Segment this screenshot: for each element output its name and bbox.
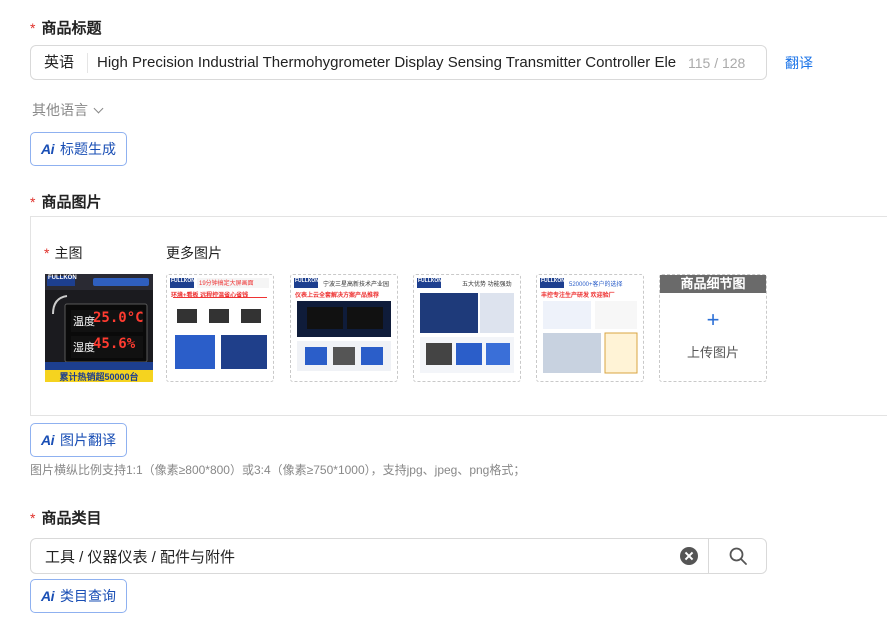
title-language-selector[interactable]: 英语 [31,52,88,73]
main-image-brand: FULLKON [48,275,77,281]
main-image-humidity-label: 湿度 [73,342,95,354]
ai-image-translate-label: 图片翻译 [60,432,116,448]
more-image-thumbnail-1[interactable]: FULLKON 19分钟搞定大屏画面 环境+看板 远程控温省心省钱 [166,274,274,382]
product-images-label-text: 商品图片 [41,194,102,211]
product-images-label: * 商品图片 [30,191,101,212]
more-images-label: 更多图片 [166,245,222,261]
thumbnail-brand: FULLKON [295,278,319,284]
clear-icon[interactable] [680,547,698,565]
translate-link[interactable]: 翻译 [785,53,813,73]
thumbnail-brand: FULLKON [171,278,195,284]
ai-icon: Ai [41,141,55,157]
required-mark: * [30,193,36,210]
product-title-input[interactable]: High Precision Industrial Thermohygromet… [88,54,682,71]
thumbnail-caption: 19分钟搞定大屏画面 [199,281,254,287]
detail-image-header: 商品细节图 [660,275,766,293]
main-image-label-text: 主图 [54,245,83,261]
main-image-temp-value: 25.0°C [93,310,144,326]
category-search-button[interactable] [708,539,766,573]
required-mark: * [30,19,36,36]
thumbnail-footer: 仪表上云全套解决方案产品推荐 [295,293,380,299]
other-languages-toggle[interactable]: 其他语言 [32,100,104,120]
thumbnail-footer: 丰控专注生产研发 欢迎验厂 [541,293,615,299]
thumbnail-brand: FULLKON [418,278,442,284]
image-format-hint: 图片横纵比例支持1:1（像素≥800*800）或3:4（像素≥750*1000）… [30,463,526,477]
upload-detail-image-tile[interactable]: 商品细节图 + 上传图片 [659,274,767,382]
product-category-label-text: 商品类目 [41,510,102,527]
other-languages-label: 其他语言 [32,102,88,118]
product-category-label: * 商品类目 [30,507,101,528]
more-image-thumbnail-2[interactable]: FULLKON 宁波三星高新技术产业园 仪表上云全套解决方案产品推荐 [290,274,398,382]
thumbnail-caption: 520000+客户的选择 [569,282,623,288]
product-title-label-text: 商品标题 [41,20,102,37]
ai-icon: Ai [41,588,55,604]
search-icon [729,547,747,565]
required-mark: * [30,509,36,526]
main-image-banner: 累计热销超50000台 [59,372,139,382]
ai-image-translate-button[interactable]: Ai 图片翻译 [30,423,127,457]
main-image-temp-label: 温度 [73,316,95,328]
plus-icon: + [706,307,720,332]
main-image-graphic [45,274,153,382]
upload-image-label: 上传图片 [686,345,739,360]
chevron-down-icon [93,103,104,113]
ai-icon: Ai [41,432,55,448]
title-char-counter: 115 / 128 [688,54,746,71]
more-image-thumbnail-3[interactable]: FULLKON 五大优势 功能强劲 [413,274,521,382]
ai-category-query-label: 类目查询 [60,588,116,604]
ai-title-generate-button[interactable]: Ai 标题生成 [30,132,127,166]
main-image-thumbnail[interactable]: FULLKON 温度 25.0°C 湿度 45.6% 累计热销超50000台 [45,274,153,382]
ai-title-generate-label: 标题生成 [60,141,116,157]
product-title-label: * 商品标题 [30,17,101,38]
main-image-humidity-value: 45.6% [93,336,136,352]
required-mark: * [44,245,50,261]
product-title-field[interactable]: 英语 High Precision Industrial Thermohygro… [30,45,767,80]
category-input[interactable]: 工具 / 仪器仪表 / 配件与附件 [31,546,680,567]
category-field[interactable]: 工具 / 仪器仪表 / 配件与附件 [30,538,767,574]
thumbnail-footer: 环境+看板 远程控温省心省钱 [171,293,249,299]
thumbnail-graphic [417,278,514,373]
main-image-label: * 主图 [44,243,82,263]
thumbnail-brand: FULLKON [541,278,565,284]
thumbnail-caption: 五大优势 功能强劲 [462,282,512,288]
more-image-thumbnail-4[interactable]: FULLKON 520000+客户的选择 丰控专注生产研发 欢迎验厂 [536,274,644,382]
thumbnail-caption: 宁波三星高新技术产业园 [323,282,390,288]
ai-category-query-button[interactable]: Ai 类目查询 [30,579,127,613]
